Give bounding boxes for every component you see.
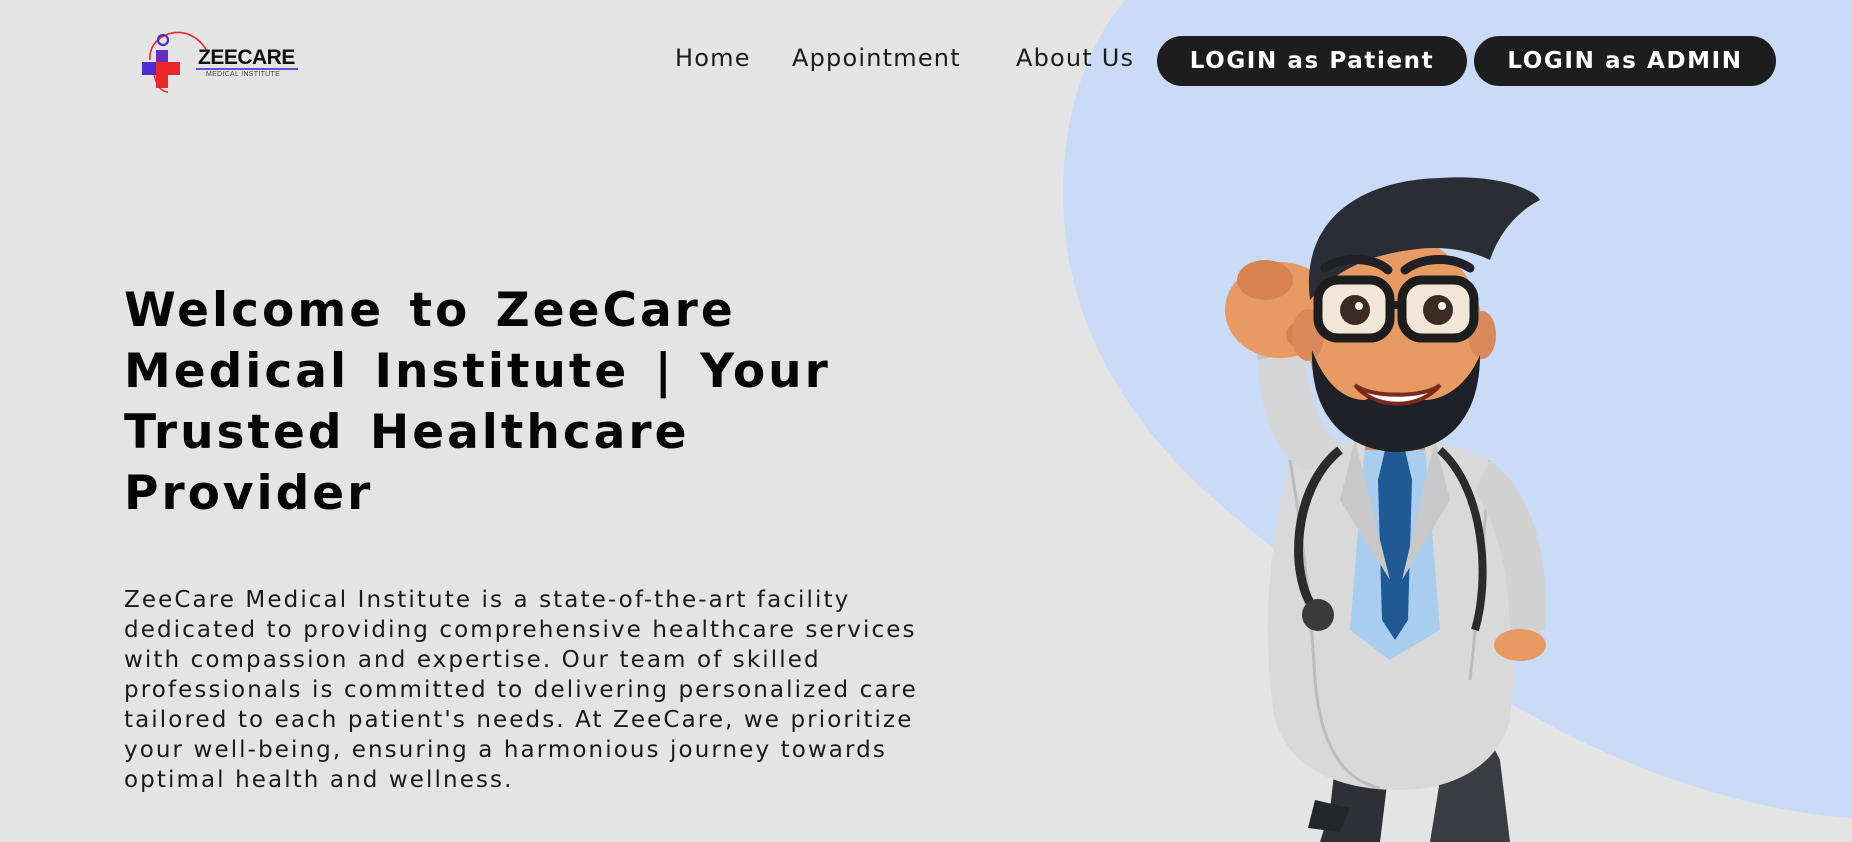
brand-name: ZEECARE <box>198 46 295 69</box>
nav-appointment[interactable]: Appointment <box>792 44 961 72</box>
brand-underline <box>196 68 298 70</box>
brand-tagline: MEDICAL INSTITUTE <box>206 71 281 78</box>
hero-title: Welcome to ZeeCare Medical Institute | Y… <box>124 283 831 521</box>
navbar: ZEECARE MEDICAL INSTITUTE Home Appointme… <box>0 0 1852 122</box>
nav-about-us[interactable]: About Us <box>1016 44 1134 72</box>
doctor-illustration <box>1225 177 1546 842</box>
brand-logo[interactable]: ZEECARE MEDICAL INSTITUTE <box>138 26 304 96</box>
hero-description: ZeeCare Medical Institute is a state-of-… <box>124 587 918 793</box>
nav-home[interactable]: Home <box>675 44 751 72</box>
landing-page: ZEECARE MEDICAL INSTITUTE Home Appointme… <box>0 0 1852 842</box>
login-admin-button[interactable]: LOGIN as ADMIN <box>1474 36 1776 86</box>
login-patient-button[interactable]: LOGIN as Patient <box>1157 36 1467 86</box>
